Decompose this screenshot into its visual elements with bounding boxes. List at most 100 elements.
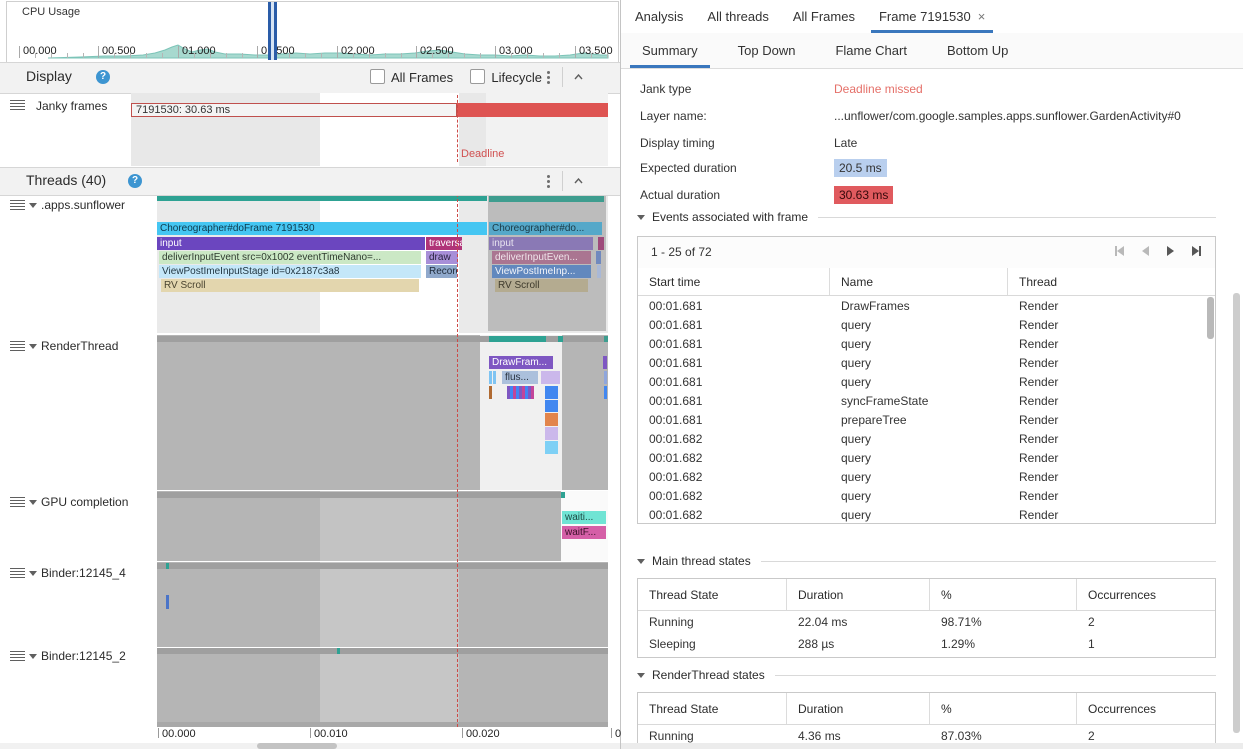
trace-event-sliver[interactable] — [493, 371, 496, 384]
trace-event-bar[interactable]: draw — [426, 251, 458, 264]
trace-event-bar[interactable]: input — [489, 237, 593, 250]
help-icon[interactable]: ? — [96, 70, 110, 84]
subtab-bottom-up[interactable]: Bottom Up — [933, 33, 1022, 68]
column-percent[interactable]: % — [930, 579, 1077, 610]
expand-caret-icon[interactable] — [29, 344, 37, 349]
selection-handle-right[interactable] — [274, 2, 277, 60]
table-row[interactable]: 00:01.681queryRender — [638, 372, 1215, 391]
trace-event-sliver[interactable] — [604, 371, 607, 384]
tab-frame-7191530[interactable]: Frame 7191530× — [867, 0, 997, 33]
drag-handle-icon[interactable] — [10, 651, 25, 662]
render-states-section-header[interactable]: RenderThread states — [637, 666, 1216, 684]
trace-event-bar[interactable]: Choreographer#do... — [489, 222, 602, 235]
table-row[interactable]: Sleeping288 µs1.29%1 — [638, 633, 1215, 655]
panel-scrollbar-thumb[interactable] — [1233, 293, 1240, 733]
panel-h-scrollbar[interactable] — [621, 743, 1243, 749]
table-row[interactable]: 00:01.681DrawFramesRender — [638, 296, 1215, 315]
display-collapse-icon[interactable] — [574, 74, 583, 80]
expand-caret-icon[interactable] — [29, 571, 37, 576]
trace-event-bar[interactable]: waiti... — [562, 511, 606, 524]
main-states-section-header[interactable]: Main thread states — [637, 552, 1216, 570]
trace-event-bar[interactable]: deliverInputEven... — [492, 251, 591, 264]
drag-handle-icon[interactable] — [10, 568, 25, 579]
last-page-icon[interactable] — [1192, 245, 1201, 257]
collapse-triangle-icon[interactable] — [637, 673, 645, 678]
trace-event-bar[interactable]: RV Scroll — [161, 279, 419, 292]
table-row[interactable]: Running22.04 ms98.71%2 — [638, 611, 1215, 633]
thread-name-label[interactable]: Binder:12145_4 — [41, 566, 126, 580]
subtab-flame-chart[interactable]: Flame Chart — [821, 33, 921, 68]
trace-event-bar[interactable]: waitF... — [562, 526, 606, 539]
trace-event-sliver[interactable] — [597, 265, 601, 278]
cpu-usage-minimap[interactable]: CPU Usage 00.00000.50001.00001.50002.000… — [0, 0, 620, 62]
expand-caret-icon[interactable] — [29, 500, 37, 505]
drag-handle-icon[interactable] — [10, 341, 25, 352]
trace-event-sliver[interactable] — [541, 371, 560, 384]
column-name[interactable]: Name — [830, 268, 1008, 295]
h-scrollbar-thumb[interactable] — [257, 743, 337, 749]
trace-event-bar[interactable]: Record ... — [426, 265, 457, 278]
trace-event-bar[interactable]: RV Scroll — [495, 279, 588, 292]
threads-more-options-icon[interactable] — [547, 175, 551, 190]
previous-page-icon[interactable] — [1142, 245, 1149, 257]
events-section-header[interactable]: Events associated with frame — [637, 208, 1216, 226]
first-page-icon[interactable] — [1115, 245, 1124, 257]
subtab-summary[interactable]: Summary — [628, 33, 712, 68]
table-row[interactable]: 00:01.681prepareTreeRender — [638, 410, 1215, 429]
table-row[interactable]: 00:01.682queryRender — [638, 429, 1215, 448]
close-tab-icon[interactable]: × — [978, 9, 986, 24]
trace-event-sliver[interactable] — [545, 427, 558, 440]
janky-frame-bar[interactable]: 7191530: 30.63 ms — [131, 103, 457, 117]
trace-event-sliver[interactable] — [545, 400, 558, 412]
column-thread-state[interactable]: Thread State — [638, 693, 787, 724]
trace-event-bar[interactable]: DrawFram... — [489, 356, 553, 369]
tab-all-frames[interactable]: All Frames — [781, 0, 867, 33]
column-duration[interactable]: Duration — [787, 579, 930, 610]
drag-handle-icon[interactable] — [10, 100, 25, 111]
collapse-triangle-icon[interactable] — [637, 215, 645, 220]
events-scrollbar-thumb[interactable] — [1207, 297, 1214, 339]
table-row[interactable]: 00:01.681queryRender — [638, 353, 1215, 372]
trace-event-bar[interactable]: ViewPostImeInputStage id=0x2187c3a8 — [159, 265, 421, 278]
lifecycle-checkbox[interactable] — [470, 69, 485, 84]
trace-event-bar[interactable]: input — [157, 237, 425, 250]
drag-handle-icon[interactable] — [10, 200, 25, 211]
janky-frame-bar-overrun[interactable] — [457, 103, 608, 117]
thread-name-label[interactable]: RenderThread — [41, 339, 118, 353]
column-thread[interactable]: Thread — [1008, 268, 1208, 295]
trace-event-sliver[interactable] — [489, 371, 492, 384]
trace-event-sliver[interactable] — [545, 386, 558, 399]
display-more-options-icon[interactable] — [547, 71, 551, 86]
table-row[interactable]: 00:01.681syncFrameStateRender — [638, 391, 1215, 410]
collapse-triangle-icon[interactable] — [637, 559, 645, 564]
column-occurrences[interactable]: Occurrences — [1077, 693, 1215, 724]
trace-event-sliver[interactable] — [604, 386, 607, 399]
table-row[interactable]: 00:01.682queryRender — [638, 467, 1215, 486]
column-thread-state[interactable]: Thread State — [638, 579, 787, 610]
table-row[interactable]: 00:01.682queryRender — [638, 486, 1215, 505]
expand-caret-icon[interactable] — [29, 203, 37, 208]
trace-event-sliver[interactable] — [596, 251, 601, 264]
trace-event-sliver[interactable] — [545, 413, 558, 426]
all-frames-checkbox[interactable] — [370, 69, 385, 84]
trace-event-sliver[interactable] — [489, 386, 492, 399]
column-start-time[interactable]: Start time — [638, 268, 830, 295]
table-row[interactable]: 00:01.681queryRender — [638, 334, 1215, 353]
tab-analysis[interactable]: Analysis — [623, 0, 695, 33]
trace-event-sliver[interactable] — [603, 356, 607, 369]
expand-caret-icon[interactable] — [29, 654, 37, 659]
table-row[interactable]: 00:01.681queryRender — [638, 315, 1215, 334]
next-page-icon[interactable] — [1167, 245, 1174, 257]
column-occurrences[interactable]: Occurrences — [1077, 579, 1215, 610]
table-row[interactable]: 00:01.682queryRender — [638, 505, 1215, 524]
trace-event-bar[interactable]: flus... — [502, 371, 538, 384]
tab-all-threads[interactable]: All threads — [695, 0, 780, 33]
thread-name-label[interactable]: GPU completion — [41, 495, 128, 509]
subtab-top-down[interactable]: Top Down — [724, 33, 810, 68]
trace-event-bar[interactable]: ViewPostImeInp... — [492, 265, 591, 278]
column-percent[interactable]: % — [930, 693, 1077, 724]
trace-event-bar[interactable]: Choreographer#doFrame 7191530 — [157, 222, 487, 235]
column-duration[interactable]: Duration — [787, 693, 930, 724]
trace-event-sliver[interactable] — [545, 441, 558, 454]
trace-event-sliver[interactable] — [531, 386, 534, 399]
